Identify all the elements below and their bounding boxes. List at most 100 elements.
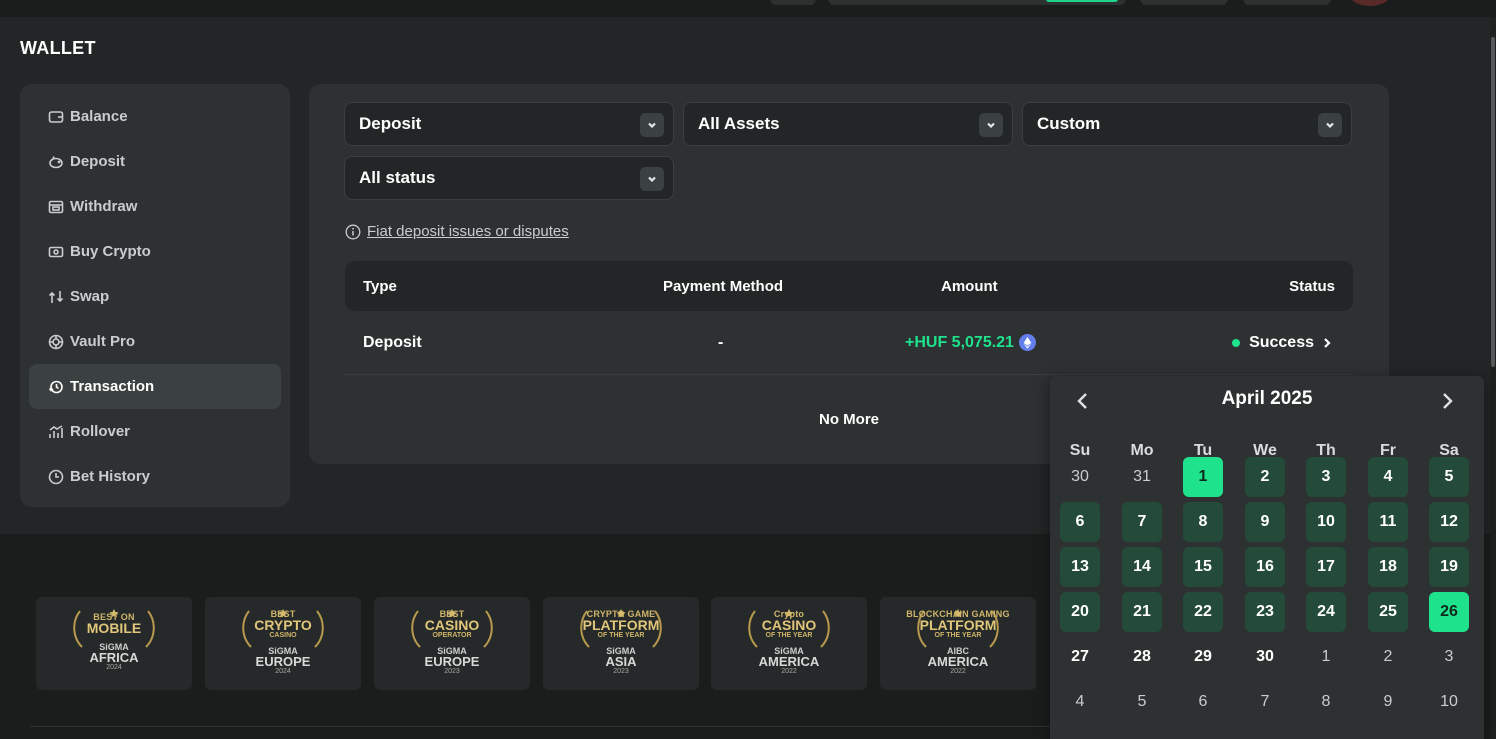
calendar-day[interactable]: 7 [1122,502,1162,542]
award-line3: CASINO [269,631,297,639]
award-year: 2024 [275,667,291,675]
calendar-day[interactable]: 4 [1060,682,1100,722]
sidebar-item-balance[interactable]: Balance [29,94,281,139]
calendar-day[interactable]: 21 [1122,592,1162,632]
table-row[interactable]: Deposit - +HUF 5,075.21 Success [345,311,1353,375]
chevron-down-icon[interactable] [1318,113,1342,137]
chevron-down-icon[interactable] [979,113,1003,137]
date-range-select-value: Custom [1037,114,1101,133]
ethereum-icon [1018,334,1036,351]
calendar-month-title: April 2025 [1221,388,1313,409]
scrollbar-thumb[interactable] [1491,37,1495,367]
calendar-day[interactable]: 1 [1183,457,1223,497]
sidebar-item-label: Rollover [70,423,131,440]
calendar-day[interactable]: 27 [1060,637,1100,677]
award-year: 2024 [106,664,122,671]
cash-icon [48,244,64,260]
calendar-day[interactable]: 3 [1429,637,1469,677]
fiat-disputes-link[interactable]: Fiat deposit issues or disputes [345,223,569,240]
calendar-day[interactable]: 11 [1368,502,1408,542]
header-button[interactable] [770,0,816,5]
calendar-day[interactable]: 31 [1122,457,1162,497]
status-select[interactable]: All status [344,156,674,200]
sidebar-item-withdraw[interactable]: Withdraw [29,184,281,229]
calendar-day[interactable]: 22 [1183,592,1223,632]
calendar-day[interactable]: 9 [1245,502,1285,542]
award-region: AFRICA [89,650,139,665]
row-status-cell[interactable]: Success [1232,311,1333,374]
calendar-day[interactable]: 8 [1306,682,1346,722]
date-range-select[interactable]: Custom [1022,102,1352,146]
award-region: ASIA [605,653,637,669]
calendar-day[interactable]: 7 [1245,682,1285,722]
calendar-day[interactable]: 1 [1306,637,1346,677]
calendar-day[interactable]: 6 [1183,682,1223,722]
header-button[interactable] [1243,0,1331,5]
calendar-day[interactable]: 23 [1245,592,1285,632]
calendar-day[interactable]: 4 [1368,457,1408,497]
calendar-day[interactable]: 10 [1306,502,1346,542]
status-dot-icon [1232,338,1241,347]
calendar-day[interactable]: 5 [1429,457,1469,497]
sidebar-item-bet-history[interactable]: Bet History [29,454,281,499]
award-region: AMERICA [758,653,820,669]
calendar-day[interactable]: 10 [1429,682,1469,722]
calendar-day[interactable]: 30 [1245,637,1285,677]
calendar-day[interactable]: 24 [1306,592,1346,632]
column-header-type: Type [363,277,397,295]
page-title: WALLET [20,38,96,58]
row-payment-method: - [718,333,724,351]
chevron-down-icon[interactable] [640,167,664,191]
row-type: Deposit [363,333,422,351]
sidebar-item-label: Transaction [70,378,155,395]
calendar-day[interactable]: 13 [1060,547,1100,587]
header-button[interactable] [1140,0,1228,5]
calendar-day[interactable]: 14 [1122,547,1162,587]
assets-select[interactable]: All Assets [683,102,1013,146]
calendar-day[interactable]: 16 [1245,547,1285,587]
award-badge: BEST CRYPTO CASINO SiGMA EUROPE 2024 [205,597,361,690]
sidebar-item-swap[interactable]: Swap [29,274,281,319]
calendar-day[interactable]: 8 [1183,502,1223,542]
calendar-day[interactable]: 30 [1060,457,1100,497]
type-select-value: Deposit [359,114,422,133]
sidebar-item-transaction[interactable]: Transaction [29,364,281,409]
type-select[interactable]: Deposit [344,102,674,146]
calendar-day[interactable]: 6 [1060,502,1100,542]
award-line3: OF THE YEAR [597,631,645,639]
award-year: 2023 [444,667,460,675]
calendar-day[interactable]: 26 [1429,592,1469,632]
sidebar-item-vault-pro[interactable]: Vault Pro [29,319,281,364]
award-year: 2023 [613,667,629,675]
sidebar-item-label: Vault Pro [70,333,136,350]
calendar-day[interactable]: 9 [1368,682,1408,722]
calendar-day[interactable]: 2 [1245,457,1285,497]
avatar[interactable] [1350,0,1390,6]
sidebar-item-buy-crypto[interactable]: Buy Crypto [29,229,281,274]
award-line3: OF THE YEAR [934,631,982,639]
calendar-day[interactable]: 19 [1429,547,1469,587]
award-region: EUROPE [255,653,311,669]
info-icon [345,224,361,239]
calendar-day[interactable]: 2 [1368,637,1408,677]
calendar-day[interactable]: 28 [1122,637,1162,677]
calendar-day[interactable]: 15 [1183,547,1223,587]
award-line2: PLATFORM [919,616,997,633]
next-month-button[interactable] [1436,390,1458,412]
header-deposit-button[interactable] [1046,0,1118,2]
calendar-day[interactable]: 20 [1060,592,1100,632]
sidebar-item-deposit[interactable]: Deposit [29,139,281,184]
calendar-day[interactable]: 29 [1183,637,1223,677]
calendar-day[interactable]: 17 [1306,547,1346,587]
award-year: 2022 [950,667,966,675]
scrollbar[interactable] [1490,17,1496,739]
calendar-day[interactable]: 3 [1306,457,1346,497]
chevron-down-icon[interactable] [640,113,664,137]
calendar-day[interactable]: 12 [1429,502,1469,542]
column-header-status: Status [1289,277,1335,295]
award-line2: PLATFORM [582,616,660,633]
calendar-day[interactable]: 18 [1368,547,1408,587]
calendar-day[interactable]: 25 [1368,592,1408,632]
sidebar-item-rollover[interactable]: Rollover [29,409,281,454]
calendar-day[interactable]: 5 [1122,682,1162,722]
